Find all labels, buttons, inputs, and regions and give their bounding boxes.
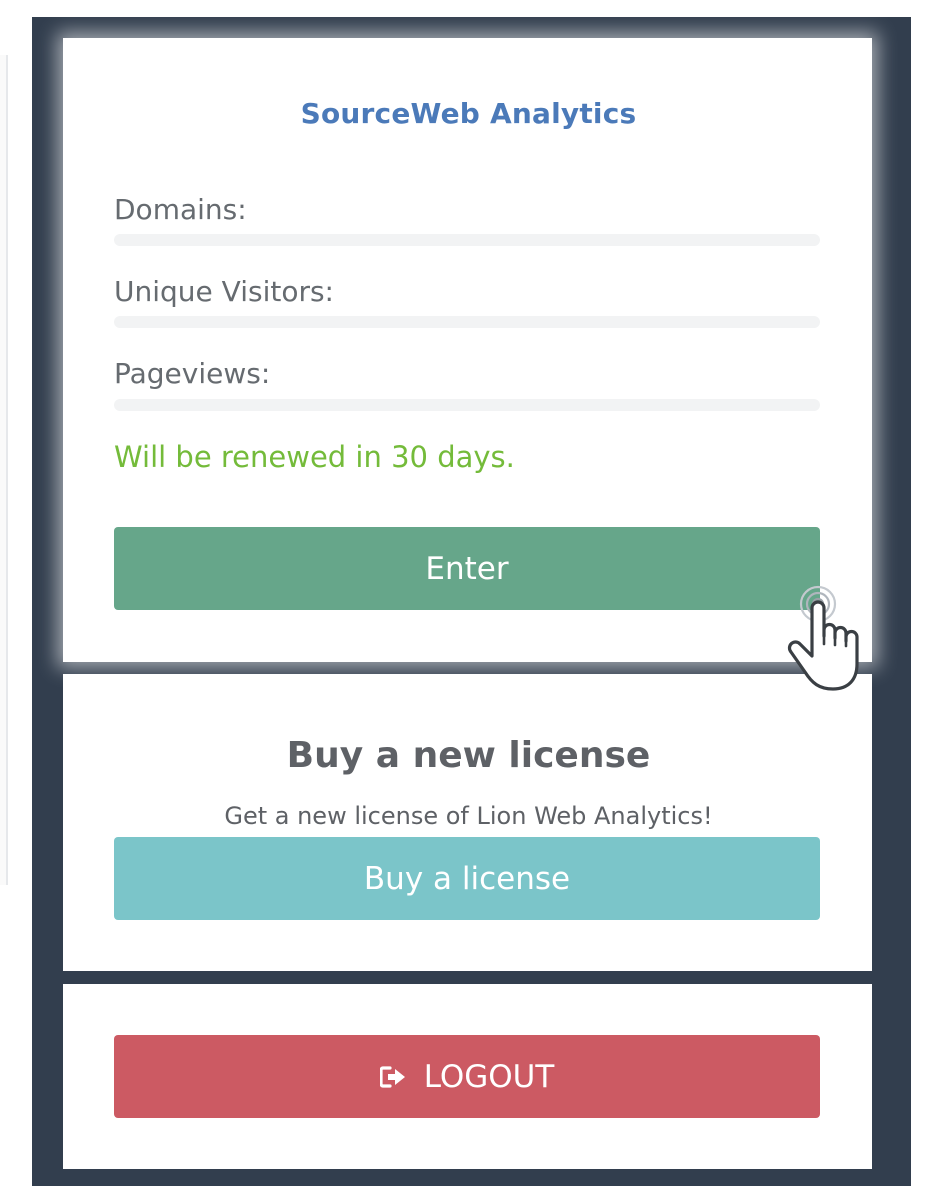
logout-button-label: LOGOUT [423, 1058, 555, 1095]
hand-pointer-icon [786, 584, 868, 696]
domains-progress-bar [114, 234, 820, 246]
unique-visitors-progress-bar [114, 316, 820, 328]
license-heading: Buy a new license [286, 735, 651, 776]
license-subtext: Get a new license of Lion Web Analytics! [224, 802, 713, 830]
sign-out-icon [379, 1065, 406, 1088]
enter-button-label: Enter [425, 550, 509, 587]
buy-license-button[interactable]: Buy a license [114, 837, 820, 920]
enter-button[interactable]: Enter [114, 527, 820, 610]
app-title: SourceWeb Analytics [300, 97, 637, 130]
renewal-status: Will be renewed in 30 days. [114, 440, 515, 474]
domains-label: Domains: [114, 193, 247, 226]
buy-license-button-label: Buy a license [363, 860, 571, 897]
unique-visitors-label: Unique Visitors: [114, 275, 334, 308]
pageviews-label: Pageviews: [114, 357, 271, 390]
pageviews-progress-bar [114, 399, 820, 411]
logout-button[interactable]: LOGOUT [114, 1035, 820, 1118]
